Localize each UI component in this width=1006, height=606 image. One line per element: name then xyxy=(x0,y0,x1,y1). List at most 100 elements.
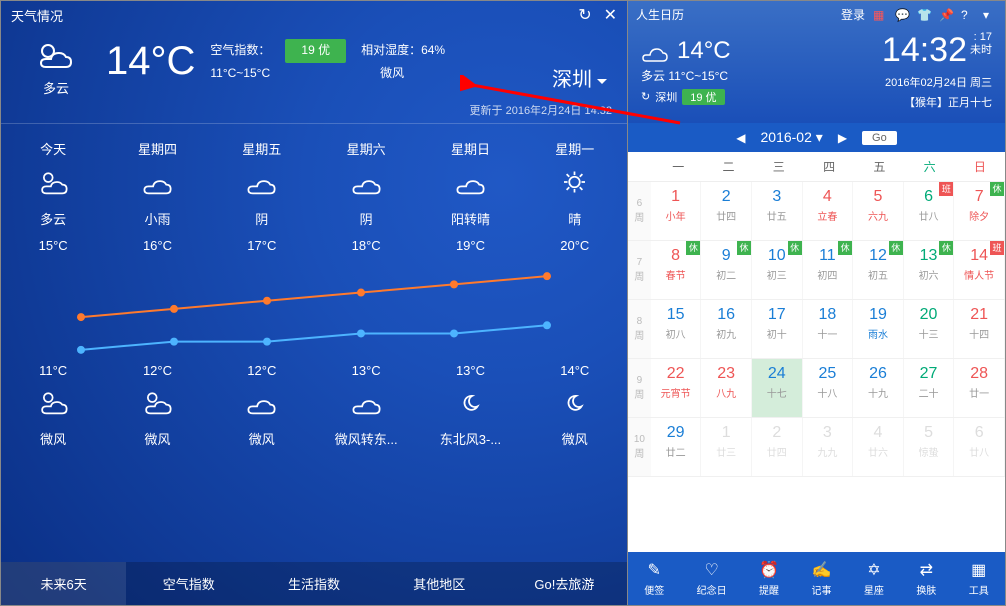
calendar-day[interactable]: 18十一 xyxy=(803,300,854,358)
forecast-high: 18°C xyxy=(316,238,416,253)
forecast-high: 19°C xyxy=(420,238,520,253)
weather-icon xyxy=(420,168,520,199)
calendar-day[interactable]: 27二十 xyxy=(904,359,955,417)
calendar-day[interactable]: 1小年 xyxy=(651,182,702,240)
calendar-day[interactable]: 22元宵节 xyxy=(651,359,702,417)
shirt-icon[interactable]: 👕 xyxy=(917,8,931,22)
weather-panel: 天气情况 ↻ ✕ 多云 14°C 空气指数： 19 优 相对湿度：64% 11°… xyxy=(0,0,628,606)
calendar-day[interactable]: 26十九 xyxy=(853,359,904,417)
weather-tab[interactable]: 生活指数 xyxy=(251,562,376,605)
calendar-day[interactable]: 2廿四 xyxy=(752,418,803,476)
calendar-day[interactable]: 班14情人节 xyxy=(954,241,1005,299)
day-period: 未时 xyxy=(970,44,992,57)
weather-icon xyxy=(3,168,103,199)
calendar-day[interactable]: 15初八 xyxy=(651,300,702,358)
weekday-header: 三 xyxy=(754,152,804,181)
calendar-day[interactable]: 23八九 xyxy=(701,359,752,417)
calendar-day[interactable]: 24十七 xyxy=(752,359,803,417)
calendar-day[interactable]: 2廿四 xyxy=(701,182,752,240)
month-nav: ◀ 2016-02 ▾ ▶ Go xyxy=(628,123,1005,152)
cloudy-icon xyxy=(36,39,76,69)
weather-tab[interactable]: 其他地区 xyxy=(377,562,502,605)
calendar-day[interactable]: 1廿三 xyxy=(701,418,752,476)
pin-icon[interactable]: 📌 xyxy=(939,8,953,22)
calendar-day[interactable]: 17初十 xyxy=(752,300,803,358)
calendar-day[interactable]: 休9初二 xyxy=(701,241,752,299)
forecast-wind: 东北风3-... xyxy=(420,429,520,448)
cal-temp: 14°C xyxy=(677,37,731,65)
calendar-day[interactable]: 5惊蛰 xyxy=(904,418,955,476)
city-selector[interactable]: 深圳 xyxy=(552,63,607,92)
calendar-day[interactable]: 3九九 xyxy=(803,418,854,476)
forecast-condition: 阴 xyxy=(316,209,416,228)
prev-month[interactable]: ◀ xyxy=(736,131,745,145)
night-icon xyxy=(107,388,207,419)
login-link[interactable]: 登录 xyxy=(841,6,865,23)
cal-lunar: 【猴年】正月十七 xyxy=(882,94,992,110)
calendar-day[interactable]: 4立春 xyxy=(803,182,854,240)
current-temp: 14°C xyxy=(106,39,195,84)
toolbar-星座[interactable]: ✡星座 xyxy=(864,560,884,597)
toolbar-记事[interactable]: ✍记事 xyxy=(811,560,831,597)
calendar-day[interactable]: 3廿五 xyxy=(752,182,803,240)
calendar-day[interactable]: 休12初五 xyxy=(853,241,904,299)
calendar-day[interactable]: 16初九 xyxy=(701,300,752,358)
calendar-day[interactable]: 休11初四 xyxy=(803,241,854,299)
humidity: 相对湿度：64% xyxy=(361,40,445,62)
weather-tab[interactable]: Go!去旅游 xyxy=(502,562,627,605)
calendar-day[interactable]: 6廿八 xyxy=(954,418,1005,476)
calendar-day[interactable]: 4廿六 xyxy=(853,418,904,476)
calendar-day[interactable]: 班6廿八 xyxy=(904,182,955,240)
weekday-header: 四 xyxy=(804,152,854,181)
calendar-day[interactable]: 21十四 xyxy=(954,300,1005,358)
close-icon[interactable]: ✕ xyxy=(604,5,617,25)
gift-icon[interactable]: ▦ xyxy=(873,8,887,22)
aqi-badge: 19 优 xyxy=(285,39,346,63)
chat-icon[interactable]: 💬 xyxy=(895,8,909,22)
night-icon xyxy=(212,388,312,419)
go-button[interactable]: Go xyxy=(862,131,897,145)
toolbar-便签[interactable]: ✎便签 xyxy=(644,560,664,597)
toolbar-工具[interactable]: ▦工具 xyxy=(969,560,989,597)
aqi-label: 空气指数： xyxy=(210,40,270,62)
calendar-day[interactable]: 休13初六 xyxy=(904,241,955,299)
weather-tab[interactable]: 空气指数 xyxy=(126,562,251,605)
toolbar-换肤[interactable]: ⇄换肤 xyxy=(916,560,936,597)
calendar-day[interactable]: 5六九 xyxy=(853,182,904,240)
help-icon[interactable]: ? xyxy=(961,8,975,22)
night-icon xyxy=(525,388,625,419)
forecast-condition: 晴 xyxy=(525,209,625,228)
calendar-day[interactable]: 19雨水 xyxy=(853,300,904,358)
weather-tab[interactable]: 未来6天 xyxy=(1,562,126,605)
forecast-condition: 小雨 xyxy=(107,209,207,228)
cal-date: 2016年02月24日 周三 xyxy=(882,74,992,90)
forecast-day: 星期五 xyxy=(212,139,312,158)
next-month[interactable]: ▶ xyxy=(838,131,847,145)
toolbar-纪念日[interactable]: ♡纪念日 xyxy=(697,560,727,597)
forecast-low: 14°C xyxy=(525,363,625,378)
forecast-wind: 微风 xyxy=(525,429,625,448)
calendar-day[interactable]: 28廿一 xyxy=(954,359,1005,417)
weekday-header: 五 xyxy=(854,152,904,181)
forecast: 今天星期四星期五星期六星期日星期一 多云小雨阴阴阳转晴晴 15°C16°C17°… xyxy=(1,129,627,468)
calendar-day[interactable]: 25十八 xyxy=(803,359,854,417)
calendar-day[interactable]: 休10初三 xyxy=(752,241,803,299)
calendar-day[interactable]: 20十三 xyxy=(904,300,955,358)
calendar-day[interactable]: 休8春节 xyxy=(651,241,702,299)
calendar-day[interactable]: 29廿二 xyxy=(651,418,702,476)
clock-time: 14:32 xyxy=(882,31,967,70)
cal-condition: 多云 11°C~15°C xyxy=(641,67,882,84)
weather-icon xyxy=(212,168,312,199)
cal-city[interactable]: 深圳 xyxy=(655,89,677,105)
menu-icon[interactable]: ▾ xyxy=(983,8,997,22)
forecast-wind: 微风 xyxy=(107,429,207,448)
refresh-icon[interactable]: ↻ xyxy=(578,5,591,25)
forecast-high: 20°C xyxy=(525,238,625,253)
forecast-condition: 阴 xyxy=(212,209,312,228)
forecast-low: 12°C xyxy=(212,363,312,378)
month-selector[interactable]: 2016-02 ▾ xyxy=(761,129,823,146)
week-number: 9周 xyxy=(628,359,651,417)
calendar-panel: 人生日历 登录 ▦ 💬 👕 📌 ? ▾ 14°C 多云 1 xyxy=(628,0,1006,606)
calendar-day[interactable]: 休7除夕 xyxy=(954,182,1005,240)
toolbar-提醒[interactable]: ⏰提醒 xyxy=(759,560,779,597)
